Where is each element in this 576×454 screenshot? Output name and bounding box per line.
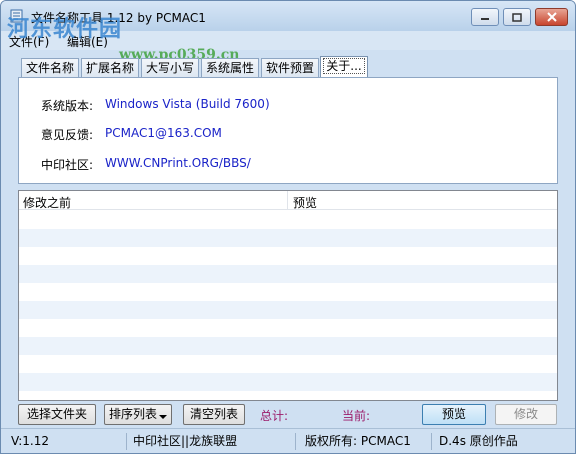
- list-stripe: [19, 337, 557, 355]
- chevron-down-icon: [159, 415, 167, 419]
- community-link[interactable]: WWW.CNPrint.ORG/BBS/: [105, 156, 251, 170]
- tab-label: 关于...: [323, 58, 365, 74]
- sort-list-button[interactable]: 排序列表: [104, 404, 172, 425]
- feedback-label: 意见反馈:: [41, 128, 94, 142]
- minimize-icon: [481, 18, 489, 20]
- list-stripe: [19, 265, 557, 283]
- sort-list-label: 排序列表: [108, 407, 157, 421]
- close-button[interactable]: [535, 8, 568, 26]
- minimize-button[interactable]: [471, 8, 499, 26]
- list-stripe: [19, 229, 557, 247]
- app-window: 文件名称工具 1.12 by PCMAC1 文件(F) 编辑(E) 河东软件园 …: [0, 0, 576, 454]
- current-label: 当前:: [342, 409, 371, 423]
- maximize-button[interactable]: [503, 8, 531, 26]
- tab-label: 大写小写: [145, 61, 194, 75]
- status-bar: V:1.12 中印社区||龙族联盟 版权所有: PCMAC1 D.4s 原创作品: [1, 428, 575, 453]
- status-divider: [126, 433, 127, 450]
- column-header-preview[interactable]: 预览: [293, 194, 317, 211]
- watermark-logo: 河东软件园: [7, 16, 123, 42]
- column-divider[interactable]: [287, 191, 288, 210]
- status-tagline: D.4s 原创作品: [439, 434, 518, 448]
- column-header-before[interactable]: 修改之前: [23, 194, 71, 211]
- tab-label: 软件预置: [265, 61, 314, 75]
- file-list[interactable]: 修改之前 预览: [18, 190, 558, 401]
- tab-label: 系统属性: [205, 61, 254, 75]
- about-panel: 系统版本: Windows Vista (Build 7600) 意见反馈: P…: [18, 77, 558, 184]
- list-stripe: [19, 211, 557, 229]
- clear-list-button[interactable]: 清空列表: [183, 404, 245, 425]
- community-label: 中印社区:: [41, 158, 94, 172]
- tab-attributes[interactable]: 系统属性: [201, 58, 259, 78]
- preview-button[interactable]: 预览: [422, 404, 486, 425]
- tab-label: 文件名称: [25, 61, 74, 75]
- tab-about[interactable]: 关于...: [320, 56, 368, 78]
- status-copyright: 版权所有: PCMAC1: [305, 434, 411, 448]
- tab-case[interactable]: 大写小写: [141, 58, 199, 78]
- maximize-icon: [512, 12, 522, 22]
- list-stripe: [19, 283, 557, 301]
- tab-extension[interactable]: 扩展名称: [81, 58, 139, 78]
- list-stripe: [19, 247, 557, 265]
- list-stripe: [19, 373, 557, 391]
- status-divider: [295, 433, 296, 450]
- total-label: 总计:: [260, 409, 289, 423]
- tab-label: 扩展名称: [85, 61, 134, 75]
- list-stripe: [19, 301, 557, 319]
- status-community: 中印社区||龙族联盟: [133, 434, 238, 448]
- modify-button[interactable]: 修改: [495, 404, 557, 425]
- tab-presets[interactable]: 软件预置: [261, 58, 319, 78]
- tab-file-name[interactable]: 文件名称: [21, 58, 79, 78]
- list-stripe: [19, 355, 557, 373]
- list-header: 修改之前 预览: [19, 191, 557, 210]
- select-folder-button[interactable]: 选择文件夹: [18, 404, 96, 425]
- feedback-link[interactable]: PCMAC1@163.COM: [105, 126, 222, 140]
- system-version-value: Windows Vista (Build 7600): [105, 97, 270, 111]
- status-divider: [431, 433, 432, 450]
- close-icon: [546, 12, 557, 22]
- list-stripe: [19, 319, 557, 337]
- system-version-label: 系统版本:: [41, 99, 94, 113]
- status-version: V:1.12: [11, 434, 49, 448]
